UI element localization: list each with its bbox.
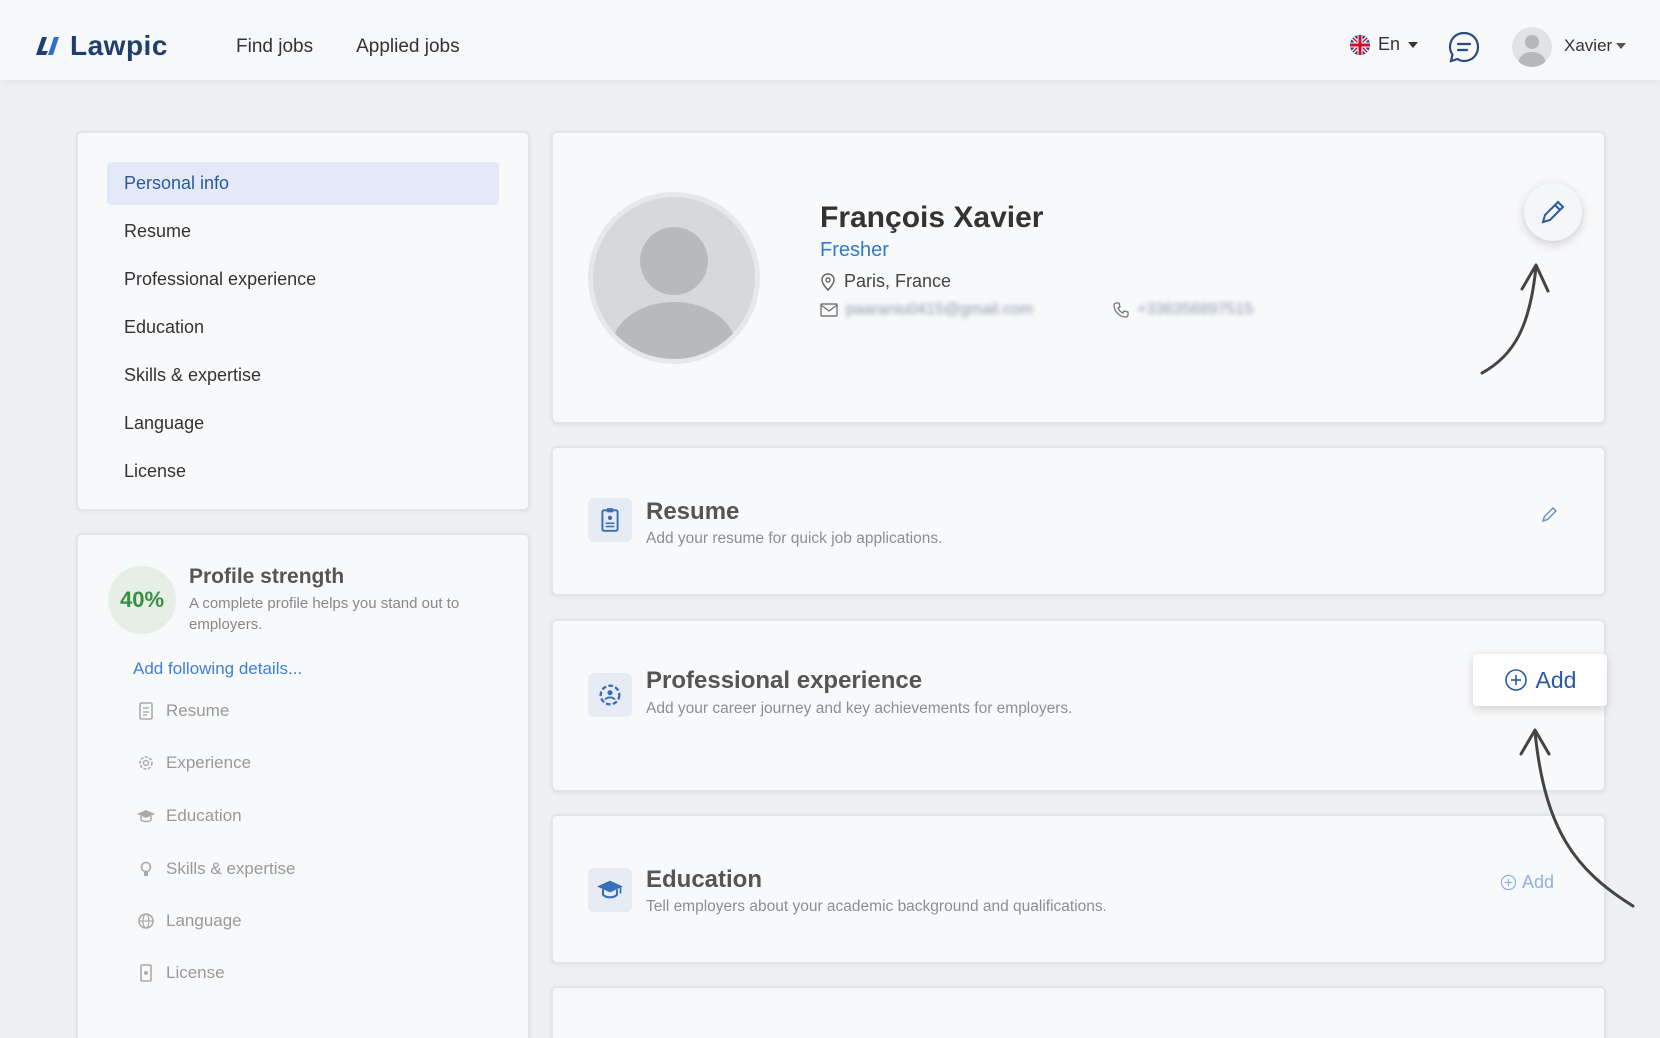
detail-item-label: Resume bbox=[166, 701, 230, 720]
nav-find-jobs[interactable]: Find jobs bbox=[236, 36, 313, 58]
sidebar-item-professional-experience[interactable]: Professional experience bbox=[107, 258, 499, 301]
user-avatar-icon bbox=[1519, 35, 1545, 67]
profile-strength-title: Profile strength bbox=[189, 565, 345, 588]
plus-circle-icon bbox=[1500, 874, 1517, 891]
experience-section-description: Add your career journey and key achievem… bbox=[646, 700, 1073, 717]
profile-strength-percent: 40% bbox=[108, 566, 176, 634]
sidebar-item-education[interactable]: Education bbox=[107, 306, 499, 349]
education-section-description: Tell employers about your academic backg… bbox=[646, 898, 1107, 915]
top-header: Lawpic Find jobs Applied jobs En Xavier bbox=[0, 0, 1660, 80]
add-experience-button[interactable]: Add bbox=[1473, 654, 1607, 706]
profile-location: Paris, France bbox=[820, 271, 951, 292]
sidebar-item-skills[interactable]: Skills & expertise bbox=[107, 354, 499, 397]
lightbulb-icon bbox=[140, 861, 152, 876]
logo-mark-icon bbox=[36, 37, 59, 55]
graduation-cap-icon bbox=[597, 880, 623, 899]
detail-item-resume[interactable]: Resume bbox=[136, 701, 229, 721]
uk-flag-icon bbox=[1350, 34, 1370, 55]
location-text: Paris, France bbox=[844, 271, 952, 291]
resume-section-title: Resume bbox=[646, 498, 740, 525]
plus-circle-icon bbox=[1504, 669, 1527, 691]
resume-section-icon bbox=[588, 498, 632, 542]
user-avatar[interactable] bbox=[1512, 27, 1552, 67]
sidebar-item-language[interactable]: Language bbox=[107, 402, 499, 445]
experience-section-icon bbox=[588, 673, 632, 717]
profile-strength-card: 40% Profile strength A complete profile … bbox=[76, 533, 530, 1038]
chevron-down-icon bbox=[1408, 41, 1419, 48]
detail-item-language[interactable]: Language bbox=[136, 911, 242, 931]
detail-item-license[interactable]: License bbox=[136, 963, 225, 983]
detail-item-label: Experience bbox=[166, 753, 252, 772]
email-text: paaraniu0415@gmail.com bbox=[846, 301, 1034, 318]
add-education-button[interactable]: Add bbox=[1500, 872, 1554, 893]
phone-text: +336356897515 bbox=[1137, 301, 1254, 318]
resume-section-card: Resume Add your resume for quick job app… bbox=[551, 446, 1606, 596]
user-menu[interactable]: Xavier bbox=[1564, 36, 1627, 56]
experience-section-card: Professional experience Add your career … bbox=[551, 619, 1607, 792]
globe-icon bbox=[138, 913, 154, 929]
sidebar-item-license[interactable]: License bbox=[107, 450, 499, 493]
experience-section-title: Professional experience bbox=[646, 667, 923, 694]
profile-avatar[interactable] bbox=[588, 192, 760, 364]
add-experience-label: Add bbox=[1535, 666, 1577, 693]
resume-icon bbox=[139, 702, 153, 720]
profile-email: paaraniu0415@gmail.com bbox=[820, 301, 1033, 319]
detail-item-label: Skills & expertise bbox=[166, 859, 296, 878]
experience-gear-icon bbox=[139, 756, 153, 770]
experience-gear-icon bbox=[599, 684, 621, 706]
location-pin-icon bbox=[821, 272, 835, 291]
language-label: En bbox=[1378, 34, 1401, 54]
profile-sections-menu: Personal info Resume Professional experi… bbox=[76, 131, 530, 511]
brand-name: Lawpic bbox=[70, 30, 168, 61]
next-section-card bbox=[551, 986, 1606, 1038]
profile-name: François Xavier bbox=[820, 201, 1044, 234]
chevron-down-icon bbox=[1616, 43, 1627, 49]
detail-item-skills[interactable]: Skills & expertise bbox=[136, 859, 295, 879]
graduation-cap-icon bbox=[137, 810, 155, 823]
profile-avatar-icon bbox=[612, 227, 736, 359]
brand-logo[interactable]: Lawpic bbox=[32, 30, 168, 62]
sidebar-item-resume[interactable]: Resume bbox=[107, 210, 499, 253]
detail-item-experience[interactable]: Experience bbox=[136, 753, 251, 773]
education-section-icon bbox=[588, 868, 632, 912]
detail-item-education[interactable]: Education bbox=[136, 806, 242, 826]
personal-info-card: François Xavier Fresher Paris, France pa… bbox=[551, 131, 1606, 424]
edit-profile-button[interactable] bbox=[1524, 183, 1582, 241]
language-selector[interactable]: En bbox=[1350, 34, 1419, 55]
main-nav: Find jobs Applied jobs bbox=[236, 36, 460, 58]
add-following-details-link[interactable]: Add following details... bbox=[133, 659, 302, 679]
detail-item-label: License bbox=[166, 963, 225, 982]
license-icon bbox=[140, 964, 152, 982]
user-name-label: Xavier bbox=[1564, 36, 1613, 55]
detail-item-label: Language bbox=[166, 911, 242, 930]
resume-section-description: Add your resume for quick job applicatio… bbox=[646, 530, 943, 547]
education-section-card: Education Tell employers about your acad… bbox=[551, 814, 1606, 964]
pencil-icon bbox=[1541, 200, 1565, 224]
resume-badge-icon bbox=[601, 508, 619, 532]
add-education-label: Add bbox=[1522, 872, 1555, 892]
sidebar-item-personal-info[interactable]: Personal info bbox=[107, 162, 499, 205]
phone-icon bbox=[1113, 302, 1129, 318]
chat-icon[interactable] bbox=[1447, 30, 1481, 64]
profile-phone: +336356897515 bbox=[1113, 301, 1253, 319]
mail-icon bbox=[820, 303, 838, 317]
education-section-title: Education bbox=[646, 866, 763, 893]
edit-resume-pencil-icon[interactable] bbox=[1541, 505, 1559, 523]
detail-item-label: Education bbox=[166, 806, 242, 825]
profile-strength-description: A complete profile helps you stand out t… bbox=[189, 595, 460, 633]
nav-applied-jobs[interactable]: Applied jobs bbox=[356, 36, 460, 58]
profile-role: Fresher bbox=[820, 239, 889, 261]
